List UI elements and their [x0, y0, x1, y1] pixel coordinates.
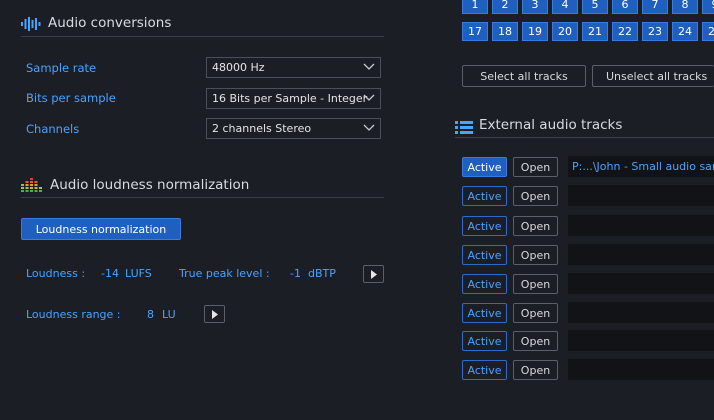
active-toggle-button[interactable]: Active — [462, 274, 507, 294]
loudness-value[interactable]: -14 — [101, 267, 119, 280]
chevron-down-icon — [363, 123, 375, 133]
track-number-button[interactable]: 20 — [552, 22, 578, 41]
track-number-grid-row-1: 123456789 — [462, 0, 714, 15]
list-icon — [455, 119, 473, 134]
chevron-down-icon — [363, 62, 375, 72]
open-file-button[interactable]: Open — [513, 245, 558, 265]
track-number-button[interactable]: 17 — [462, 22, 488, 41]
track-number-button[interactable]: 9 — [702, 0, 714, 14]
active-toggle-button[interactable]: Active — [462, 331, 507, 351]
track-path-field[interactable] — [568, 359, 714, 380]
track-number-button[interactable]: 22 — [612, 22, 638, 41]
open-file-button[interactable]: Open — [513, 186, 558, 206]
open-file-button[interactable]: Open — [513, 360, 558, 380]
track-number-grid-row-2: 171819202122232425 — [462, 22, 714, 42]
external-audio-header: External audio tracks — [455, 116, 714, 140]
active-toggle-button[interactable]: Active — [462, 360, 507, 380]
active-toggle-button[interactable]: Active — [462, 245, 507, 265]
sample-rate-value: 48000 Hz — [212, 61, 265, 74]
section-divider — [455, 137, 714, 138]
loudness-title: Audio loudness normalization — [50, 177, 250, 193]
track-path-field[interactable]: P:...\John - Small audio sample — [568, 156, 714, 177]
track-number-button[interactable]: 5 — [582, 0, 608, 14]
track-path-field[interactable] — [568, 302, 714, 323]
track-number-button[interactable]: 23 — [642, 22, 668, 41]
open-file-button[interactable]: Open — [513, 331, 558, 351]
active-toggle-button[interactable]: Active — [462, 186, 507, 206]
bits-per-sample-label: Bits per sample — [26, 91, 116, 105]
audio-conversions-title: Audio conversions — [48, 15, 172, 31]
channels-value: 2 channels Stereo — [212, 122, 312, 135]
external-audio-title: External audio tracks — [479, 117, 623, 133]
track-path-field[interactable] — [568, 185, 714, 206]
channels-label: Channels — [26, 122, 80, 136]
track-number-button[interactable]: 4 — [552, 0, 578, 14]
loudness-unit: LUFS — [125, 267, 152, 280]
track-number-button[interactable]: 19 — [522, 22, 548, 41]
track-number-button[interactable]: 1 — [462, 0, 488, 14]
true-peak-label: True peak level : — [179, 267, 270, 280]
open-file-button[interactable]: Open — [513, 157, 558, 177]
loudness-range-label: Loudness range : — [26, 308, 121, 321]
active-toggle-button[interactable]: Active — [462, 216, 507, 236]
true-peak-unit: dBTP — [308, 267, 336, 280]
select-all-tracks-button[interactable]: Select all tracks — [462, 65, 586, 87]
bits-per-sample-value: 16 Bits per Sample - Integer — [212, 92, 368, 105]
track-path-field[interactable] — [568, 215, 714, 236]
audio-wave-icon — [21, 16, 41, 31]
bits-per-sample-select[interactable]: 16 Bits per Sample - Integer — [206, 88, 381, 109]
track-path-field[interactable] — [568, 330, 714, 351]
active-toggle-button[interactable]: Active — [462, 157, 507, 177]
open-file-button[interactable]: Open — [513, 303, 558, 323]
true-peak-value[interactable]: -1 — [290, 267, 301, 280]
loudness-label: Loudness : — [26, 267, 86, 280]
loudness-normalization-button[interactable]: Loudness normalization — [21, 218, 181, 240]
channels-select[interactable]: 2 channels Stereo — [206, 118, 381, 139]
track-path-field[interactable] — [568, 273, 714, 294]
loudness-play-button[interactable] — [363, 265, 384, 283]
unselect-all-tracks-label: Unselect all tracks — [606, 70, 708, 83]
track-number-button[interactable]: 25 — [702, 22, 714, 41]
track-number-button[interactable]: 7 — [642, 0, 668, 14]
play-icon — [371, 270, 377, 279]
section-divider — [21, 197, 384, 198]
active-toggle-button[interactable]: Active — [462, 303, 507, 323]
sample-rate-label: Sample rate — [26, 61, 97, 75]
audio-conversions-header: Audio conversions — [21, 14, 384, 38]
loudness-range-value[interactable]: 8 — [147, 308, 154, 321]
section-divider — [21, 36, 384, 37]
track-number-button[interactable]: 3 — [522, 0, 548, 14]
loudness-range-play-button[interactable] — [204, 305, 225, 323]
play-icon — [212, 310, 218, 319]
track-number-button[interactable]: 18 — [492, 22, 518, 41]
track-path-field[interactable] — [568, 244, 714, 265]
open-file-button[interactable]: Open — [513, 216, 558, 236]
open-file-button[interactable]: Open — [513, 274, 558, 294]
track-number-button[interactable]: 2 — [492, 0, 518, 14]
unselect-all-tracks-button[interactable]: Unselect all tracks — [592, 65, 714, 87]
loudness-header: Audio loudness normalization — [21, 176, 384, 200]
track-number-button[interactable]: 24 — [672, 22, 698, 41]
chevron-down-icon — [363, 93, 375, 103]
track-number-button[interactable]: 6 — [612, 0, 638, 14]
track-number-button[interactable]: 8 — [672, 0, 698, 14]
loudness-range-unit: LU — [162, 308, 176, 321]
sample-rate-select[interactable]: 48000 Hz — [206, 57, 381, 78]
equalizer-icon — [21, 177, 42, 192]
track-number-button[interactable]: 21 — [582, 22, 608, 41]
